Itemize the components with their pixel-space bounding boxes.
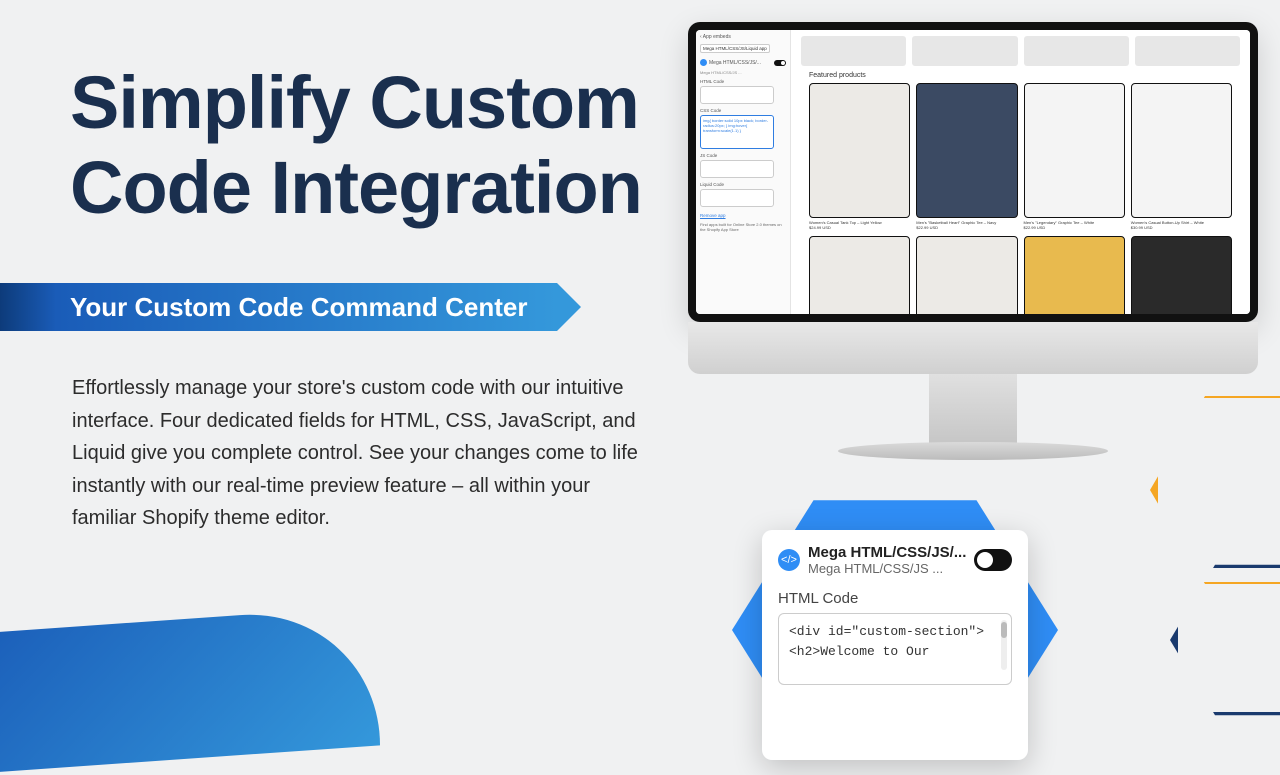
subtitle-bar: Your Custom Code Command Center bbox=[0, 283, 557, 331]
code-line: <h2>Welcome to Our bbox=[789, 642, 1001, 662]
product-card[interactable] bbox=[1024, 236, 1125, 314]
js-code-label: JS Code bbox=[700, 153, 786, 158]
product-card[interactable]: Men's "Basketball Heart" Graphic Tee – N… bbox=[916, 83, 1017, 230]
product-image bbox=[809, 236, 910, 314]
liquid-code-label: Liquid Code bbox=[700, 182, 786, 187]
app-subtitle: Mega HTML/CSS/JS ... bbox=[700, 70, 786, 75]
product-card[interactable] bbox=[1131, 236, 1232, 314]
hero-card bbox=[912, 36, 1017, 66]
app-title: Mega HTML/CSS/JS/... bbox=[709, 60, 772, 66]
monitor-viewport: ‹ App embeds Mega HTML/CSS/JS/Liquid app… bbox=[696, 30, 1250, 314]
css-code-label: CSS Code bbox=[700, 108, 786, 113]
remove-app-link[interactable]: Remove app bbox=[700, 213, 786, 218]
app-toggle[interactable] bbox=[774, 60, 786, 66]
subtitle-body: Your Custom Code Command Center bbox=[56, 283, 557, 331]
product-image bbox=[916, 236, 1017, 314]
heading-line-1: Simplify Custom bbox=[70, 61, 639, 144]
scrollbar[interactable] bbox=[1001, 620, 1007, 670]
decorative-wave bbox=[0, 605, 380, 774]
monitor-mockup: ‹ App embeds Mega HTML/CSS/JS/Liquid app… bbox=[688, 22, 1258, 462]
popup-field-label: HTML Code bbox=[778, 590, 1012, 607]
popup-toggle[interactable] bbox=[974, 549, 1012, 571]
product-image bbox=[809, 83, 910, 218]
liquid-code-field[interactable] bbox=[700, 189, 774, 207]
html-code-field[interactable] bbox=[700, 86, 774, 104]
product-image bbox=[916, 83, 1017, 218]
css-code-field[interactable]: img{ border:solid 10px black; border-rad… bbox=[700, 115, 774, 149]
product-price: $30.99 USD bbox=[1131, 225, 1232, 230]
product-price: $22.99 USD bbox=[1024, 225, 1125, 230]
subtitle-text: Your Custom Code Command Center bbox=[70, 292, 527, 323]
app-pill[interactable]: Mega HTML/CSS/JS/Liquid app bbox=[700, 44, 770, 53]
product-image bbox=[1131, 83, 1232, 218]
theme-editor-panel: ‹ App embeds Mega HTML/CSS/JS/Liquid app… bbox=[696, 30, 791, 314]
store-preview: Featured products Women's Casual Tank To… bbox=[791, 30, 1250, 314]
product-price: $24.99 USD bbox=[809, 225, 910, 230]
section-title: Featured products bbox=[809, 72, 1240, 79]
product-price: $22.99 USD bbox=[916, 225, 1017, 230]
code-icon: </> bbox=[778, 549, 800, 571]
decorative-hex-blue bbox=[1170, 560, 1280, 720]
product-card[interactable] bbox=[916, 236, 1017, 314]
code-popup: </> Mega HTML/CSS/JS/... Mega HTML/CSS/J… bbox=[740, 500, 1050, 760]
monitor-chin bbox=[688, 322, 1258, 374]
product-card[interactable]: Men's "Legendary" Graphic Tee – White $2… bbox=[1024, 83, 1125, 230]
js-code-field[interactable] bbox=[700, 160, 774, 178]
hero-strip bbox=[801, 36, 1240, 66]
monitor-screen: ‹ App embeds Mega HTML/CSS/JS/Liquid app… bbox=[688, 22, 1258, 322]
product-image bbox=[1131, 236, 1232, 314]
product-grid: Women's Casual Tank Top – Light Yellow $… bbox=[801, 83, 1240, 314]
product-image bbox=[1024, 236, 1125, 314]
panel-footer-text: Find apps built for Online Store 2.0 the… bbox=[700, 222, 786, 232]
monitor-base bbox=[838, 442, 1108, 460]
hero-card bbox=[801, 36, 906, 66]
popup-card: </> Mega HTML/CSS/JS/... Mega HTML/CSS/J… bbox=[762, 530, 1028, 760]
product-card[interactable]: Women's Casual Button-Up Shirt – White $… bbox=[1131, 83, 1232, 230]
popup-code-field[interactable]: <div id="custom-section"> <h2>Welcome to… bbox=[778, 613, 1012, 685]
hero-card bbox=[1024, 36, 1129, 66]
breadcrumb: ‹ App embeds bbox=[700, 34, 786, 40]
html-code-label: HTML Code bbox=[700, 79, 786, 84]
body-paragraph: Effortlessly manage your store's custom … bbox=[72, 372, 647, 535]
hero-card bbox=[1135, 36, 1240, 66]
product-image bbox=[1024, 83, 1125, 218]
code-line: <div id="custom-section"> bbox=[789, 622, 1001, 642]
popup-title: Mega HTML/CSS/JS/... bbox=[808, 544, 966, 561]
product-card[interactable] bbox=[809, 236, 910, 314]
subtitle-accent bbox=[0, 283, 56, 331]
popup-subtitle: Mega HTML/CSS/JS ... bbox=[808, 561, 966, 576]
monitor-stand bbox=[929, 374, 1017, 444]
main-heading: Simplify Custom Code Integration bbox=[70, 60, 642, 230]
heading-line-2: Code Integration bbox=[70, 146, 642, 229]
popup-header: </> Mega HTML/CSS/JS/... Mega HTML/CSS/J… bbox=[778, 544, 1012, 576]
product-card[interactable]: Women's Casual Tank Top – Light Yellow $… bbox=[809, 83, 910, 230]
app-icon bbox=[700, 59, 707, 66]
